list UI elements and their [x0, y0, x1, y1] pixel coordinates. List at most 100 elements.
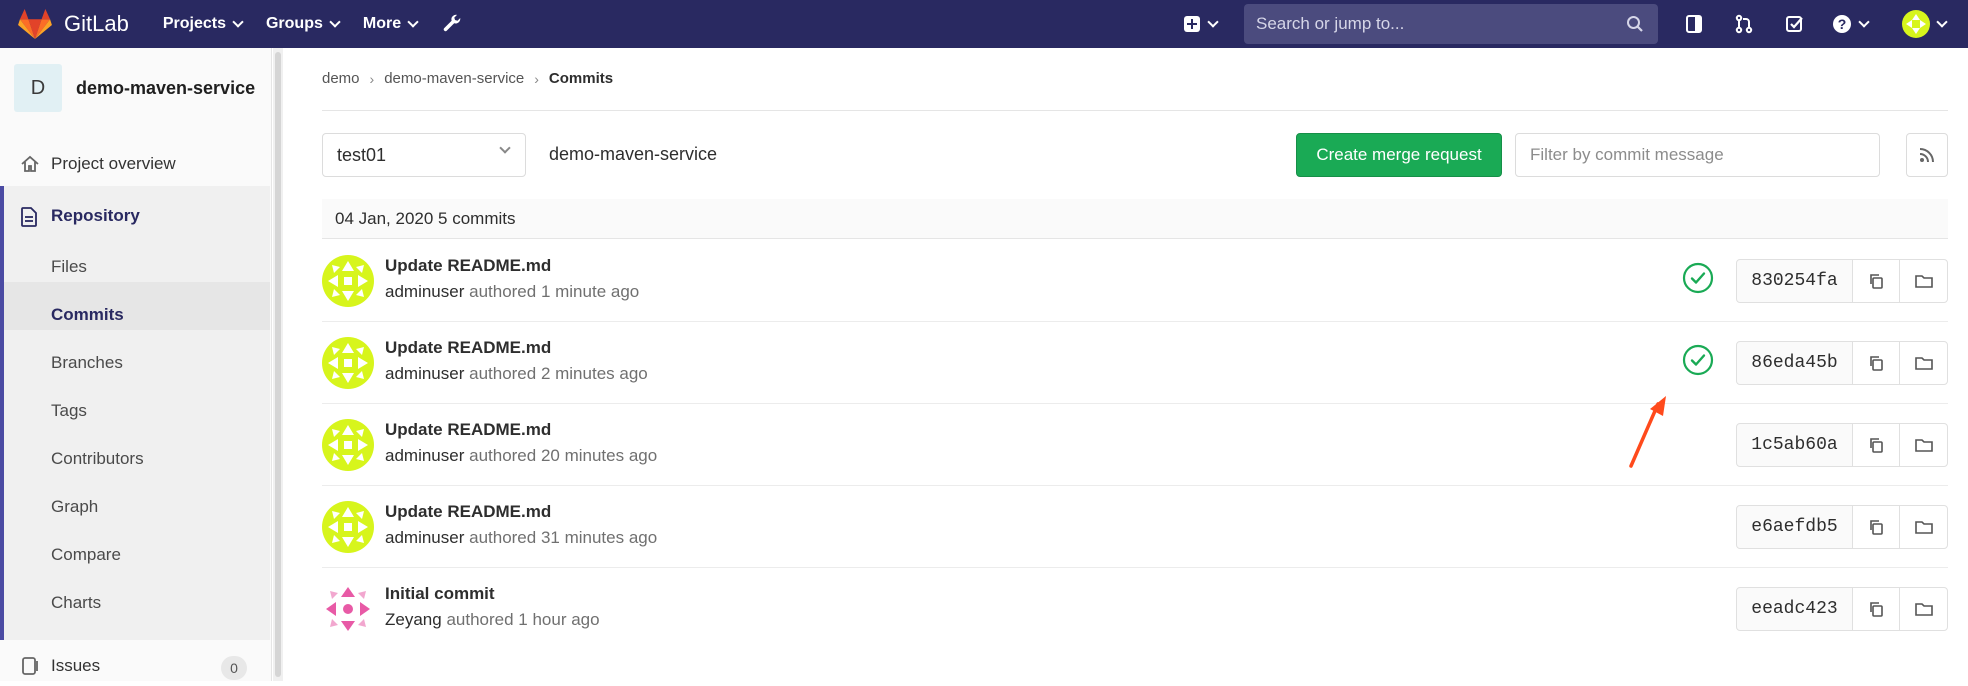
search-input[interactable]: Search or jump to...: [1244, 4, 1658, 44]
browse-files-button[interactable]: [1899, 505, 1948, 549]
divider: [322, 110, 1948, 111]
chevron-down-icon: [232, 15, 244, 28]
chevron-down-icon: [499, 142, 511, 154]
copy-icon: [1870, 274, 1883, 289]
folder-icon: [1914, 275, 1933, 288]
commit-sha-link[interactable]: 830254fa: [1736, 259, 1853, 303]
commit-meta: Zeyang authored 1 hour ago: [385, 610, 600, 630]
commit-author-avatar[interactable]: [322, 337, 374, 389]
commit-authored-time: authored 1 hour ago: [446, 610, 600, 629]
sidebar-item-project-overview[interactable]: Project overview: [0, 144, 270, 184]
browse-files-button[interactable]: [1899, 423, 1948, 467]
projects-menu-label: Projects: [162, 15, 226, 32]
commit-row: Update README.md adminuser authored 1 min…: [322, 240, 1948, 322]
projects-menu[interactable]: Projects: [162, 15, 244, 33]
browse-files-button[interactable]: [1899, 587, 1948, 631]
chevron-down-icon: [329, 15, 341, 28]
commit-author-link[interactable]: Zeyang: [385, 610, 442, 629]
commit-day-header: 04 Jan, 2020 5 commits: [322, 199, 1948, 239]
copy-sha-button[interactable]: [1852, 341, 1900, 385]
todos-sidebar-toggle[interactable]: [1678, 8, 1710, 40]
project-name: demo-maven-service: [76, 77, 256, 98]
browse-files-button[interactable]: [1899, 259, 1948, 303]
branch-select-value: test01: [337, 144, 387, 165]
avatar-identicon-icon: [322, 337, 374, 389]
merge-request-icon: [1735, 14, 1753, 34]
user-menu[interactable]: [1896, 8, 1952, 40]
branch-select[interactable]: test01: [322, 133, 526, 177]
breadcrumb-group-link[interactable]: demo: [322, 70, 360, 87]
copy-icon: [1870, 520, 1883, 535]
create-merge-request-button[interactable]: Create merge request: [1296, 133, 1502, 177]
commit-authored-time: authored 20 minutes ago: [469, 446, 658, 465]
search-icon: [1627, 16, 1643, 32]
commit-row: Initial commit Zeyang authored 1 hour ago…: [322, 568, 1948, 650]
commit-row: Update README.md adminuser authored 31 mi…: [322, 486, 1948, 568]
commit-author-link[interactable]: adminuser: [385, 446, 464, 465]
search-placeholder: Search or jump to...: [1256, 14, 1405, 33]
sidebar-subitem-graph[interactable]: Graph: [51, 497, 98, 517]
commit-author-avatar[interactable]: [322, 501, 374, 553]
commit-authored-time: authored 31 minutes ago: [469, 528, 658, 547]
rss-icon: [1919, 148, 1934, 163]
browse-files-button[interactable]: [1899, 341, 1948, 385]
copy-sha-button[interactable]: [1852, 505, 1900, 549]
sidebar-subitem-compare[interactable]: Compare: [51, 545, 121, 565]
sidebar-subitem-commits[interactable]: Commits: [51, 305, 124, 325]
commit-sha-link[interactable]: e6aefdb5: [1736, 505, 1853, 549]
sidebar-panel-icon: [1686, 15, 1702, 33]
commit-title-link[interactable]: Initial commit: [385, 584, 495, 604]
commit-title-link[interactable]: Update README.md: [385, 502, 551, 522]
sidebar-subitem-tags[interactable]: Tags: [51, 401, 87, 421]
repository-path[interactable]: demo-maven-service: [549, 144, 717, 165]
commit-title-link[interactable]: Update README.md: [385, 338, 551, 358]
commit-title-link[interactable]: Update README.md: [385, 256, 551, 276]
todo-check-icon: [1786, 16, 1803, 32]
commit-author-avatar[interactable]: [322, 583, 374, 635]
chevron-down-icon: [1936, 15, 1948, 28]
sidebar-item-label: Repository: [51, 206, 140, 225]
pipeline-status-link[interactable]: [1682, 344, 1714, 376]
gitlab-home-link[interactable]: GitLab: [18, 8, 129, 40]
copy-sha-button[interactable]: [1852, 587, 1900, 631]
sidebar-subitem-branches[interactable]: Branches: [51, 353, 123, 373]
breadcrumb-current[interactable]: Commits: [549, 70, 613, 87]
commit-author-avatar[interactable]: [322, 255, 374, 307]
commit-meta: adminuser authored 1 minute ago: [385, 282, 639, 302]
merge-requests-link[interactable]: [1728, 8, 1760, 40]
sidebar-scrollbar-thumb[interactable]: [275, 52, 281, 677]
todos-link[interactable]: [1779, 8, 1811, 40]
copy-sha-button[interactable]: [1852, 259, 1900, 303]
help-dropdown[interactable]: ?: [1826, 8, 1874, 40]
commits-feed-button[interactable]: [1906, 133, 1948, 177]
sidebar-subitem-contributors[interactable]: Contributors: [51, 449, 144, 469]
commit-sha-link[interactable]: eeadc423: [1736, 587, 1853, 631]
project-header-link[interactable]: D demo-maven-service: [14, 64, 255, 112]
admin-area-link[interactable]: [441, 13, 463, 35]
sidebar-item-label: Issues: [51, 656, 101, 675]
commit-author-link[interactable]: adminuser: [385, 282, 464, 301]
more-menu[interactable]: More: [363, 15, 419, 33]
pipeline-status-link[interactable]: [1682, 262, 1714, 294]
commit-sha-link[interactable]: 86eda45b: [1736, 341, 1853, 385]
commit-author-link[interactable]: adminuser: [385, 528, 464, 547]
commit-author-avatar[interactable]: [322, 419, 374, 471]
breadcrumb-separator-icon: ›: [534, 70, 539, 87]
copy-sha-button[interactable]: [1852, 423, 1900, 467]
commit-filter-input[interactable]: [1515, 133, 1880, 177]
groups-menu[interactable]: Groups: [265, 15, 341, 33]
new-item-dropdown[interactable]: [1176, 8, 1224, 40]
project-sidebar: D demo-maven-service Project overview Re…: [0, 48, 272, 681]
commit-author-link[interactable]: adminuser: [385, 364, 464, 383]
commit-meta: adminuser authored 31 minutes ago: [385, 528, 657, 548]
gitlab-brand-text: GitLab: [64, 11, 129, 36]
active-item-highlight: [4, 282, 270, 330]
sidebar-subitem-charts[interactable]: Charts: [51, 593, 101, 613]
commit-sha-link[interactable]: 1c5ab60a: [1736, 423, 1853, 467]
copy-icon: [1870, 356, 1883, 371]
groups-menu-label: Groups: [265, 15, 323, 32]
sidebar-subitem-files[interactable]: Files: [51, 257, 87, 277]
folder-icon: [1914, 439, 1933, 452]
commit-title-link[interactable]: Update README.md: [385, 420, 551, 440]
breadcrumb-project-link[interactable]: demo-maven-service: [384, 70, 524, 87]
